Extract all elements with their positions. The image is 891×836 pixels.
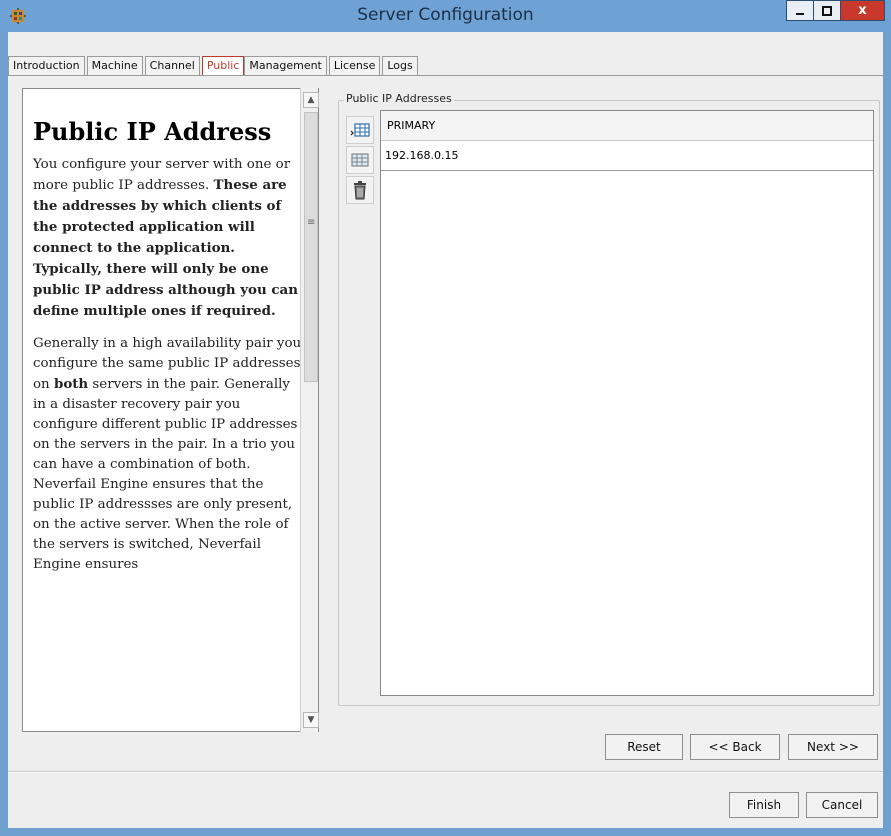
cancel-button[interactable]: Cancel [806, 792, 878, 818]
help-scrollbar[interactable]: ▲ ≡ ▼ [300, 88, 319, 732]
maximize-icon [822, 5, 832, 16]
tab-management[interactable]: Management [244, 56, 327, 75]
next-button[interactable]: Next >> [788, 734, 878, 760]
add-row-icon [350, 123, 370, 137]
help-content: Public IP Address You configure your ser… [33, 117, 303, 587]
minimize-button[interactable] [786, 0, 814, 21]
delete-row-button[interactable] [346, 176, 374, 204]
bottom-divider [8, 771, 883, 773]
tab-strip: Introduction Machine Channel Public Mana… [8, 56, 420, 76]
add-row-button[interactable] [346, 116, 374, 144]
table-header[interactable]: PRIMARY [381, 111, 873, 141]
window-title: Server Configuration [357, 5, 534, 25]
help-paragraph-1: You configure your server with one or mo… [33, 155, 303, 322]
table-row[interactable]: 192.168.0.15 [381, 141, 873, 171]
app-icon [10, 8, 26, 24]
column-header-primary: PRIMARY [387, 119, 436, 132]
tab-channel[interactable]: Channel [144, 56, 200, 75]
back-button[interactable]: << Back [690, 734, 780, 760]
help-p2-bold: both [53, 376, 89, 392]
table-icon [351, 153, 369, 167]
scroll-up-icon[interactable]: ▲ [303, 92, 319, 108]
trash-icon [354, 181, 366, 200]
help-p2-text-b: servers in the pair. Generally in a disa… [33, 377, 298, 572]
group-label: Public IP Addresses [344, 92, 454, 105]
public-ip-table: PRIMARY 192.168.0.15 [380, 110, 874, 696]
reset-button[interactable]: Reset [605, 734, 683, 760]
help-p1-bold: These are the addresses by which clients… [33, 177, 298, 319]
scroll-thumb[interactable]: ≡ [304, 112, 318, 382]
tab-machine[interactable]: Machine [86, 56, 143, 75]
grip-icon: ≡ [307, 217, 316, 228]
close-icon: x [858, 3, 867, 18]
minimize-icon [796, 12, 804, 15]
help-title: Public IP Address [33, 117, 272, 146]
title-bar[interactable]: Server Configuration x [0, 0, 891, 32]
tab-logs[interactable]: Logs [382, 56, 418, 75]
scroll-down-icon[interactable]: ▼ [303, 712, 319, 728]
close-button[interactable]: x [841, 0, 885, 21]
table-cell-ip[interactable]: 192.168.0.15 [385, 149, 458, 162]
tab-introduction[interactable]: Introduction [8, 56, 85, 75]
ip-toolbar [343, 110, 377, 208]
help-paragraph-2: Generally in a high availability pair yo… [33, 334, 303, 575]
tab-license[interactable]: License [328, 56, 381, 75]
finish-button[interactable]: Finish [729, 792, 799, 818]
edit-row-button[interactable] [346, 146, 374, 174]
tab-divider [8, 75, 883, 76]
maximize-button[interactable] [814, 0, 841, 21]
help-panel[interactable]: Public IP Address You configure your ser… [22, 88, 319, 732]
tab-public[interactable]: Public [201, 56, 245, 75]
